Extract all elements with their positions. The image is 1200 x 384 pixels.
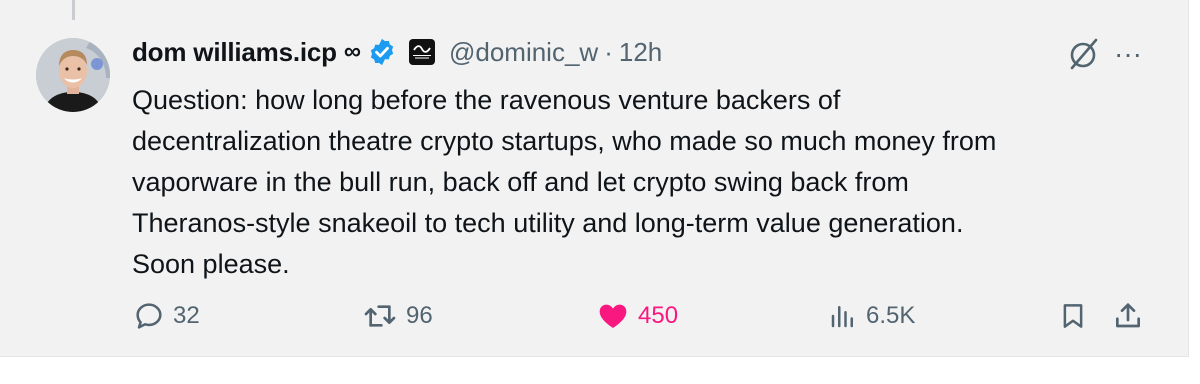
repost-button[interactable]: 96 xyxy=(362,300,433,332)
like-count: 450 xyxy=(638,302,679,329)
share-button[interactable] xyxy=(1112,300,1144,332)
tweet-text-line: vaporware in the bull run, back off and … xyxy=(132,167,909,197)
tweet-card[interactable]: dom williams.icp ∞ @dominic_w · 12h ··· xyxy=(0,0,1189,357)
bookmark-button[interactable] xyxy=(1058,300,1088,332)
repost-icon xyxy=(364,305,396,327)
verified-badge-icon[interactable] xyxy=(367,37,397,67)
tweet-text-line: decentralization theatre crypto startups… xyxy=(132,126,997,156)
post-timestamp[interactable]: 12h xyxy=(619,37,662,68)
author-handle[interactable]: @dominic_w xyxy=(449,37,598,68)
author-display-name[interactable]: dom williams.icp xyxy=(132,37,337,68)
views-icon xyxy=(831,306,853,328)
separator-dot: · xyxy=(604,36,613,67)
like-button[interactable]: 450 xyxy=(596,300,678,332)
views-button[interactable]: 6.5K xyxy=(828,300,915,332)
action-bar: 32 96 450 6.5K xyxy=(0,296,1188,342)
heart-icon xyxy=(599,304,627,328)
reply-icon xyxy=(136,303,162,329)
internet-computer-logo-icon[interactable] xyxy=(408,39,435,65)
tweet-text-line: Soon please. xyxy=(132,249,290,279)
reply-button[interactable]: 32 xyxy=(133,300,200,332)
avatar[interactable] xyxy=(36,38,110,112)
more-icon[interactable]: ··· xyxy=(1114,40,1142,68)
tweet-text: Question: how long before the ravenous v… xyxy=(132,80,1142,285)
bookmark-icon xyxy=(1063,304,1083,328)
reply-count: 32 xyxy=(173,302,200,329)
avatar-photo xyxy=(36,38,110,112)
infinity-icon: ∞ xyxy=(343,38,361,65)
views-count: 6.5K xyxy=(866,302,916,329)
thread-connector-line xyxy=(72,0,75,20)
tweet-header: dom williams.icp ∞ @dominic_w · 12h xyxy=(132,28,662,76)
repost-count: 96 xyxy=(406,302,433,329)
share-icon xyxy=(1116,303,1140,328)
tweet-text-line: Theranos-style snakeoil to tech utility … xyxy=(132,208,964,238)
grok-icon[interactable] xyxy=(1066,36,1102,77)
tweet-text-line: Question: how long before the ravenous v… xyxy=(132,85,841,115)
